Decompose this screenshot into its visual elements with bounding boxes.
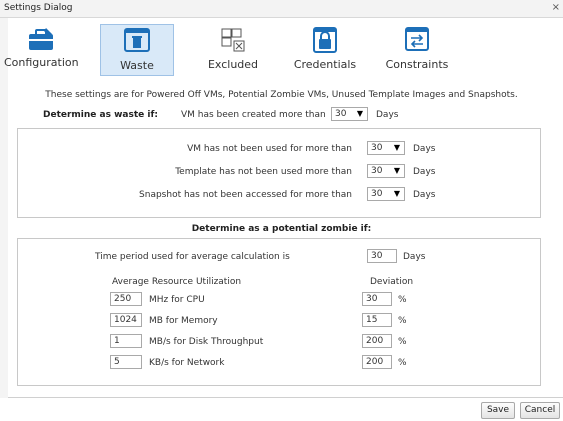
tab-waste[interactable]: Waste — [100, 24, 174, 76]
created-label: VM has been created more than — [181, 110, 326, 120]
period-days-input[interactable]: 30 — [367, 249, 397, 263]
vm-unused-days-select[interactable]: 30 ▼ — [367, 141, 405, 155]
close-icon[interactable]: × — [552, 2, 560, 13]
disk-mbs-input[interactable]: 1 — [110, 334, 142, 348]
disk-label: MB/s for Disk Throughput — [149, 337, 264, 347]
trash-window-icon — [124, 28, 150, 52]
avg-header: Average Resource Utilization — [112, 277, 242, 287]
toolbox-icon — [29, 28, 53, 50]
percent-label: % — [398, 337, 407, 347]
tab-configuration[interactable]: Configuration — [4, 26, 79, 78]
network-kbs-input[interactable]: 5 — [110, 355, 142, 369]
save-button[interactable]: Save — [481, 402, 515, 419]
rule-unit: Days — [413, 190, 436, 200]
tab-excluded-label: Excluded — [207, 58, 259, 71]
dropdown-arrow-icon: ▼ — [393, 143, 400, 152]
arrows-window-icon — [405, 27, 429, 51]
dropdown-arrow-icon: ▼ — [356, 109, 363, 118]
network-deviation-input[interactable]: 200 — [362, 355, 392, 369]
cpu-label: MHz for CPU — [149, 295, 205, 305]
tab-excluded[interactable]: Excluded — [200, 26, 266, 78]
cpu-mhz-input[interactable]: 250 — [110, 292, 142, 306]
created-unit: Days — [376, 110, 399, 120]
title-bar: Settings Dialog × — [0, 0, 563, 18]
tab-waste-label: Waste — [120, 59, 154, 72]
tab-constraints[interactable]: Constraints — [382, 26, 452, 78]
cpu-deviation-input[interactable]: 30 — [362, 292, 392, 306]
settings-toolbar: Configuration Waste Excluded Credentials — [0, 18, 563, 80]
created-days-select[interactable]: 30 ▼ — [331, 107, 368, 121]
rule-label: VM has not been used for more than — [187, 144, 352, 154]
zombie-heading: Determine as a potential zombie if: — [191, 224, 372, 234]
dialog-title: Settings Dialog — [4, 3, 73, 13]
dropdown-arrow-icon: ▼ — [393, 166, 400, 175]
network-label: KB/s for Network — [149, 358, 225, 368]
template-unused-days-value: 30 — [371, 166, 383, 176]
percent-label: % — [398, 316, 407, 326]
percent-label: % — [398, 358, 407, 368]
vm-unused-days-value: 30 — [371, 143, 383, 153]
rule-label: Snapshot has not been accessed for more … — [139, 190, 352, 200]
memory-mb-input[interactable]: 1024 — [110, 313, 142, 327]
memory-label: MB for Memory — [149, 316, 218, 326]
footer-divider — [8, 397, 563, 398]
rule-label: Template has not been used more than — [175, 167, 352, 177]
rule-unit: Days — [413, 167, 436, 177]
lock-icon — [313, 27, 337, 53]
info-text: These settings are for Powered Off VMs, … — [45, 90, 518, 100]
snapshot-unused-days-select[interactable]: 30 ▼ — [367, 187, 405, 201]
tab-credentials[interactable]: Credentials — [290, 26, 360, 78]
template-unused-days-select[interactable]: 30 ▼ — [367, 164, 405, 178]
excluded-grid-icon — [221, 28, 245, 52]
period-unit: Days — [403, 252, 426, 262]
waste-heading: Determine as waste if: — [43, 110, 158, 120]
percent-label: % — [398, 295, 407, 305]
cancel-button[interactable]: Cancel — [520, 402, 560, 419]
dropdown-arrow-icon: ▼ — [393, 189, 400, 198]
tab-constraints-label: Constraints — [385, 58, 449, 71]
rule-unit: Days — [413, 144, 436, 154]
created-days-value: 30 — [335, 109, 347, 119]
tab-credentials-label: Credentials — [293, 58, 357, 71]
tab-configuration-label: Configuration — [4, 56, 79, 69]
memory-deviation-input[interactable]: 15 — [362, 313, 392, 327]
deviation-header: Deviation — [370, 277, 414, 287]
disk-deviation-input[interactable]: 200 — [362, 334, 392, 348]
period-label: Time period used for average calculation… — [95, 252, 290, 262]
snapshot-unused-days-value: 30 — [371, 189, 383, 199]
